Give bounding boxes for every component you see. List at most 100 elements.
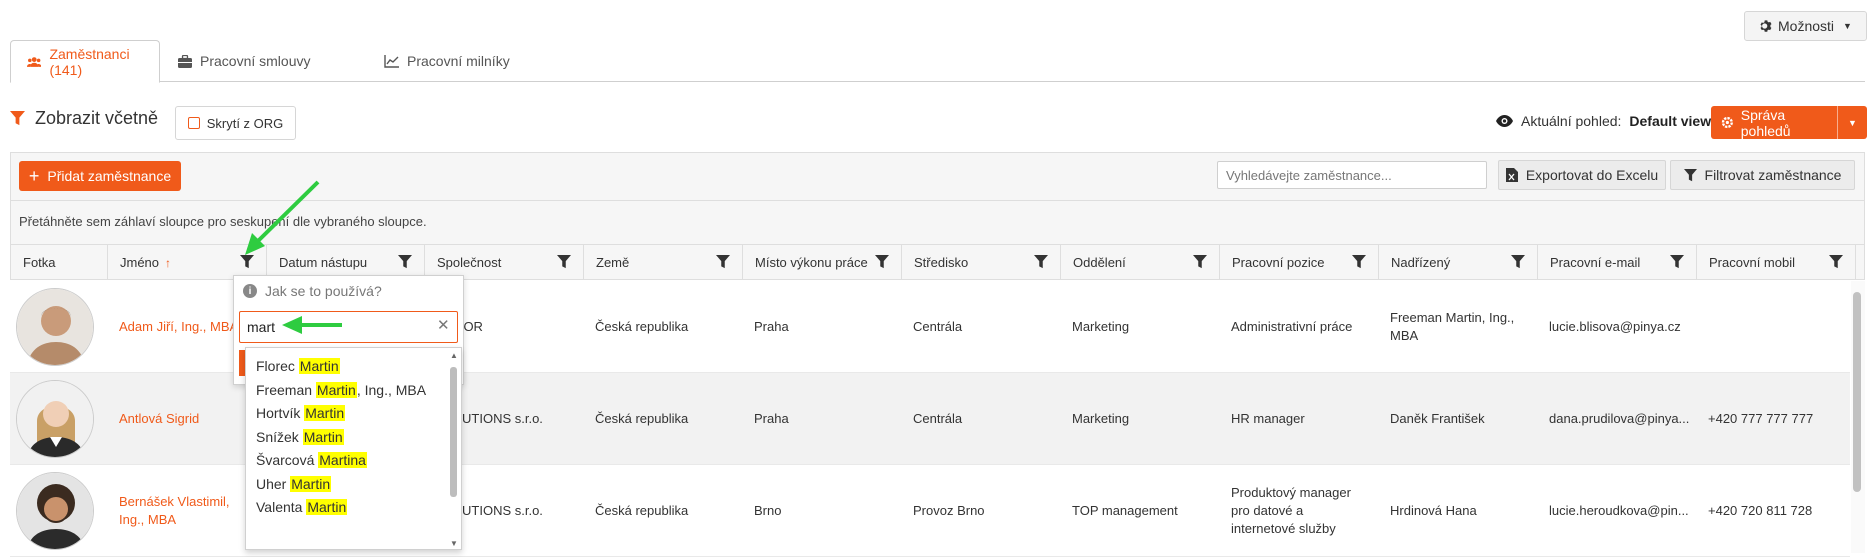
avatar — [16, 472, 94, 550]
center-cell: Centrála — [913, 319, 963, 334]
tab-milestones[interactable]: Pracovní milníky — [368, 40, 526, 82]
column-filter-icon[interactable] — [398, 255, 412, 269]
tab-bar: Zaměstnanci (141) Pracovní smlouvy Praco… — [10, 40, 1865, 83]
column-header-department[interactable]: Oddělení — [1061, 245, 1220, 279]
export-excel-label: Exportovat do Excelu — [1525, 167, 1659, 183]
column-header-email[interactable]: Pracovní e-mail — [1538, 245, 1697, 279]
autocomplete-scrollbar-thumb[interactable] — [450, 367, 457, 497]
filter-title-label: Zobrazit včetně — [35, 108, 159, 128]
avatar — [16, 288, 94, 366]
column-filter-icon[interactable] — [1829, 255, 1843, 269]
eye-icon — [1496, 115, 1513, 127]
column-filter-icon[interactable] — [1511, 255, 1525, 269]
place-cell: Brno — [754, 503, 782, 518]
autocomplete-item[interactable]: Uher Martin — [256, 476, 332, 492]
column-filter-icon[interactable] — [1034, 255, 1048, 269]
filter-employees-button[interactable]: Filtrovat zaměstnance — [1670, 160, 1855, 190]
current-view-prefix: Aktuální pohled: — [1521, 113, 1622, 129]
options-button[interactable]: Možnosti ▼ — [1744, 11, 1867, 41]
chevron-down-icon[interactable]: ▼ — [1837, 106, 1867, 139]
filter-title: Zobrazit včetně — [10, 108, 158, 129]
add-employee-button[interactable]: + Přidat zaměstnance — [19, 161, 181, 191]
autocomplete-item[interactable]: Snížek Martin — [256, 429, 344, 445]
autocomplete-item[interactable]: Freeman Martin, Ing., MBA — [256, 382, 426, 398]
column-header-photo[interactable]: Fotka — [11, 245, 108, 279]
tab-contracts[interactable]: Pracovní smlouvy — [162, 40, 326, 82]
group-hint: Přetáhněte sem záhlaví sloupce pro sesku… — [19, 214, 427, 229]
help-text: Jak se to používá? — [265, 283, 382, 299]
current-view-value: Default view — [1629, 113, 1712, 129]
column-filter-icon[interactable] — [716, 255, 730, 269]
checkbox-icon[interactable] — [187, 117, 200, 129]
tab-employees[interactable]: Zaměstnanci (141) — [10, 40, 160, 83]
column-filter-icon[interactable] — [1193, 255, 1207, 269]
position-cell: Produktový manager pro datové a internet… — [1231, 485, 1351, 536]
scroll-down-icon[interactable]: ▼ — [450, 539, 458, 548]
hide-from-org-label: Skrytí z ORG — [206, 115, 284, 131]
place-cell: Praha — [754, 411, 789, 426]
department-cell: Marketing — [1072, 411, 1130, 426]
name-filter-input[interactable] — [239, 311, 458, 343]
current-view: Aktuální pohled: Default view — [1496, 113, 1711, 129]
employee-name-link[interactable]: Antlová Sigrid — [107, 373, 266, 465]
line-chart-icon — [384, 54, 399, 68]
autocomplete-item[interactable]: Hortvík Martin — [256, 405, 346, 421]
email-cell: dana.prudilova@pinya... — [1549, 411, 1690, 426]
country-cell: Česká republika — [595, 411, 689, 426]
position-cell: HR manager — [1231, 411, 1305, 426]
department-cell: TOP management — [1072, 503, 1178, 518]
autocomplete-item[interactable]: Florec Martin — [256, 358, 340, 374]
tab-milestones-label: Pracovní milníky — [407, 53, 510, 69]
column-filter-icon[interactable] — [1670, 255, 1684, 269]
manage-views-button[interactable]: Správa pohledů ▼ — [1711, 106, 1867, 139]
column-header-position[interactable]: Pracovní pozice — [1220, 245, 1379, 279]
autocomplete-item[interactable]: Švarcová Martina — [256, 452, 367, 468]
funnel-icon — [10, 111, 25, 126]
column-header-country[interactable]: Země — [584, 245, 743, 279]
avatar — [16, 380, 94, 458]
column-header-name[interactable]: Jméno ↑ — [108, 245, 267, 279]
center-cell: Centrála — [913, 411, 963, 426]
options-label: Možnosti — [1778, 18, 1835, 34]
photo-cell — [16, 373, 113, 465]
table-scrollbar-thumb[interactable] — [1853, 292, 1861, 492]
email-cell: lucie.blisova@pinya.cz — [1549, 319, 1681, 334]
filter-employees-label: Filtrovat zaměstnance — [1704, 167, 1842, 183]
column-header-work-place[interactable]: Místo výkonu práce — [743, 245, 902, 279]
hide-from-org-toggle[interactable]: Skrytí z ORG — [175, 106, 296, 140]
mobile-cell — [1696, 281, 1850, 373]
manager-cell: Hrdinová Hana — [1390, 503, 1477, 518]
country-cell: Česká republika — [595, 319, 689, 334]
column-header-company[interactable]: Společnost — [425, 245, 584, 279]
employee-name-link[interactable]: Bernášek Vlastimil, Ing., MBA — [107, 465, 266, 557]
column-header-mobile[interactable]: Pracovní mobil — [1697, 245, 1856, 279]
clear-icon[interactable]: ✕ — [437, 316, 450, 334]
tab-contracts-label: Pracovní smlouvy — [200, 53, 311, 69]
mobile-cell: +420 720 811 728 — [1708, 503, 1813, 518]
autocomplete-list: Florec Martin Freeman Martin, Ing., MBA … — [245, 347, 462, 550]
group-drop-area[interactable]: Přetáhněte sem záhlaví sloupce pro sesku… — [10, 200, 1865, 244]
info-icon: i — [243, 284, 257, 298]
column-header-start-date[interactable]: Datum nástupu — [267, 245, 425, 279]
employee-search-input[interactable] — [1217, 161, 1487, 189]
email-cell: lucie.heroudkova@pin... — [1549, 503, 1689, 518]
manager-cell: Daněk František — [1390, 411, 1485, 426]
column-header-manager[interactable]: Nadřízený — [1379, 245, 1538, 279]
autocomplete-item[interactable]: Valenta Martin — [256, 499, 348, 515]
column-header-center[interactable]: Středisko — [902, 245, 1061, 279]
photo-cell — [16, 281, 113, 373]
gear-icon — [1721, 116, 1733, 129]
excel-file-icon — [1505, 168, 1518, 182]
export-excel-button[interactable]: Exportovat do Excelu — [1498, 160, 1666, 190]
column-filter-icon[interactable] — [1352, 255, 1366, 269]
column-filter-icon[interactable] — [557, 255, 571, 269]
gear-icon — [1760, 20, 1772, 32]
help-link[interactable]: i Jak se to používá? — [243, 283, 382, 299]
tab-employees-label: Zaměstnanci (141) — [49, 45, 130, 78]
funnel-icon — [1683, 168, 1697, 181]
scroll-up-icon[interactable]: ▲ — [450, 351, 458, 360]
center-cell: Provoz Brno — [913, 503, 985, 518]
column-filter-icon[interactable] — [240, 255, 254, 269]
column-filter-icon[interactable] — [875, 255, 889, 269]
photo-cell — [16, 465, 113, 557]
